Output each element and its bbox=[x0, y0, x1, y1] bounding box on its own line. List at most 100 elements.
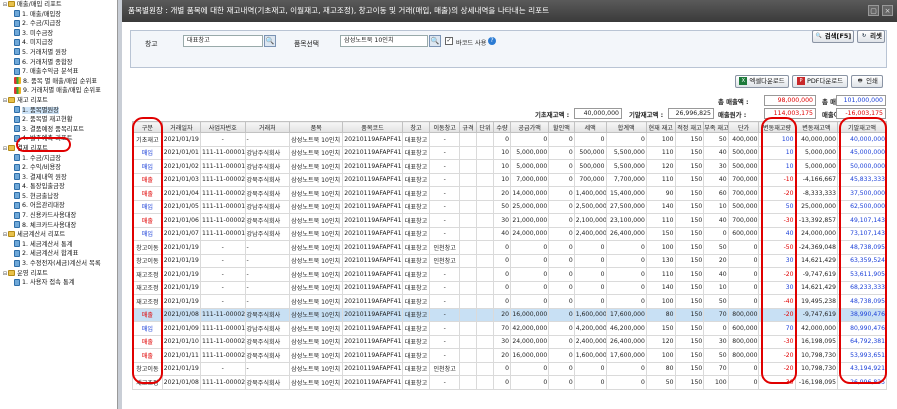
column-header[interactable]: 거래일자 bbox=[161, 121, 201, 133]
table-cell: 20 bbox=[493, 186, 511, 201]
table-cell: 500,000 bbox=[727, 145, 760, 160]
table-cell: - bbox=[244, 240, 291, 255]
table-cell: 7,000,000 bbox=[509, 172, 550, 187]
table-cell: 30 bbox=[493, 334, 511, 349]
sidebar-item[interactable]: 2. 수금/지급장 bbox=[0, 19, 117, 29]
sidebar-item[interactable]: 1. 세금계산서 통계 bbox=[0, 240, 117, 250]
sidebar-item[interactable]: 5. 거래처별 원장 bbox=[0, 48, 117, 58]
table-cell: 대표창고 bbox=[401, 145, 431, 160]
column-header[interactable]: 사업자번호 bbox=[199, 121, 246, 133]
column-header[interactable]: 부족 재고 bbox=[703, 121, 729, 133]
sidebar-item[interactable]: 3. 수정전자(세금)계산서 목록 bbox=[0, 259, 117, 269]
sidebar-item-label: 3. 수정전자(세금)계산서 목록 bbox=[22, 260, 101, 268]
column-header[interactable]: 이동창고 bbox=[429, 121, 461, 133]
table-cell: 강남주식회사 bbox=[244, 321, 291, 336]
column-header[interactable]: 단위 bbox=[476, 121, 495, 133]
table-cell: 40 bbox=[493, 226, 511, 241]
table-cell: 14,621,429 bbox=[794, 280, 839, 295]
sidebar-item[interactable]: ⊟ 매출/매입 리포트 bbox=[0, 0, 117, 10]
table-cell: 4,200,000 bbox=[573, 321, 607, 336]
sidebar-item[interactable]: 8. 체크카드사용대장 bbox=[0, 221, 117, 231]
item-select-input[interactable]: 삼성노트북 10인치 bbox=[340, 35, 428, 47]
pdf-download-button[interactable]: P PDF다운로드 bbox=[792, 75, 848, 88]
sidebar-item[interactable]: ⊟ 운영 리포트 bbox=[0, 269, 117, 279]
table-cell: - bbox=[199, 280, 246, 295]
column-header[interactable]: 현재 재고 bbox=[645, 121, 676, 133]
column-header[interactable]: 품목 bbox=[289, 121, 344, 133]
column-header[interactable]: 할인액 bbox=[548, 121, 575, 133]
sidebar-item[interactable]: 8. 품목 별 매출/매입 순위표 bbox=[0, 77, 117, 87]
table-cell: 0 bbox=[509, 240, 550, 255]
sidebar-item[interactable]: ⊟ 재고 리포트 bbox=[0, 96, 117, 106]
report-icon bbox=[14, 154, 20, 161]
sidebar-item[interactable]: 1. 사용자 접속 통계 bbox=[0, 278, 117, 288]
sidebar-item[interactable]: 6. 거래처별 종합장 bbox=[0, 58, 117, 68]
column-header[interactable]: 합계액 bbox=[605, 121, 647, 133]
column-header[interactable]: 적정 재고 bbox=[674, 121, 705, 133]
column-header[interactable]: 공급가액 bbox=[509, 121, 550, 133]
table-cell: 0 bbox=[548, 348, 575, 363]
sidebar-item[interactable]: 1. 매출/매입장 bbox=[0, 10, 117, 20]
table-cell: 삼성노트북 10인치 bbox=[289, 145, 344, 160]
table-cell: 강북주식회사 bbox=[244, 348, 291, 363]
column-header[interactable]: 단가 bbox=[727, 121, 760, 133]
folder-icon bbox=[8, 144, 15, 151]
table-cell: 111-11-00002 bbox=[199, 213, 246, 228]
sidebar-item[interactable]: 1. 품목별원장 bbox=[0, 106, 117, 116]
sidebar-item[interactable]: 5. 현금출납장 bbox=[0, 192, 117, 202]
table-cell: 5,500,000 bbox=[605, 145, 647, 160]
sidebar-item[interactable]: 3. 미수금장 bbox=[0, 29, 117, 39]
restore-icon[interactable]: ▢ bbox=[868, 5, 879, 16]
table-cell: 0 bbox=[548, 172, 575, 187]
sidebar-item[interactable]: 7. 매출수익금 분석표 bbox=[0, 67, 117, 77]
table-cell: 강북주식회사 bbox=[244, 186, 291, 201]
item-search-icon[interactable]: 🔍 bbox=[429, 35, 441, 47]
barcode-checkbox[interactable]: ✓ bbox=[445, 37, 453, 45]
warehouse-search-icon[interactable]: 🔍 bbox=[264, 35, 276, 47]
column-header[interactable]: 창고 bbox=[401, 121, 431, 133]
table-cell: 10 bbox=[703, 280, 729, 295]
sidebar-item[interactable]: 4. 미지급장 bbox=[0, 38, 117, 48]
column-header[interactable]: 변동재고액 bbox=[794, 121, 839, 133]
reset-button[interactable]: ↻ 리셋 bbox=[857, 30, 885, 43]
table-cell: 150 bbox=[674, 172, 705, 187]
table-cell: 20210119AFAPF41 bbox=[342, 145, 403, 160]
table-cell: 0 bbox=[548, 280, 575, 295]
sidebar-item[interactable]: 6. 어음관리대장 bbox=[0, 201, 117, 211]
column-header[interactable]: 품목코드 bbox=[342, 121, 403, 133]
sidebar-item[interactable]: 1. 수금/지급장 bbox=[0, 154, 117, 164]
sidebar-item[interactable]: ⊟ 세금계산서 리포트 bbox=[0, 230, 117, 240]
chart-icon bbox=[14, 77, 21, 85]
table-cell: 삼성노트북 10인치 bbox=[289, 159, 344, 174]
table-cell bbox=[459, 267, 478, 282]
table-cell: 42,000,000 bbox=[794, 321, 839, 336]
sidebar-item[interactable]: 2. 품목별 재고현황 bbox=[0, 115, 117, 125]
sidebar-item[interactable]: 3. 결제내역 원장 bbox=[0, 173, 117, 183]
table-cell bbox=[476, 280, 495, 295]
table-cell: 111-11-00001 bbox=[199, 159, 246, 174]
close-icon[interactable]: × bbox=[882, 5, 893, 16]
column-header[interactable]: 수량 bbox=[493, 121, 511, 133]
table-cell: 5,000,000 bbox=[794, 159, 839, 174]
sidebar-item[interactable]: 3. 결품예정 품목리포트 bbox=[0, 125, 117, 135]
help-icon[interactable]: ? bbox=[488, 37, 496, 45]
sidebar-item[interactable]: 2. 수익/비용장 bbox=[0, 163, 117, 173]
column-header[interactable]: 거래처 bbox=[244, 121, 291, 133]
table-cell: 111-11-00002 bbox=[199, 186, 246, 201]
column-header[interactable]: 규격 bbox=[459, 121, 478, 133]
sidebar-item[interactable]: 4. 통장입출금장 bbox=[0, 182, 117, 192]
warehouse-input[interactable]: 대표창고 bbox=[183, 35, 263, 47]
sidebar-item[interactable]: 9. 거래처별 매출/매입 순위표 bbox=[0, 86, 117, 96]
table-cell: 20210119AFAPF41 bbox=[342, 172, 403, 187]
print-button[interactable]: 🖶 인쇄 bbox=[851, 75, 883, 88]
table-cell: - bbox=[429, 213, 461, 228]
table-cell: 110 bbox=[645, 145, 676, 160]
column-header[interactable]: 세액 bbox=[573, 121, 607, 133]
table-cell bbox=[459, 334, 478, 349]
excel-download-button[interactable]: X 엑셀다운로드 bbox=[735, 75, 789, 88]
sidebar-item[interactable]: 2. 세금계산서 합계표 bbox=[0, 249, 117, 259]
table-cell: - bbox=[429, 132, 461, 147]
sidebar-item[interactable]: 7. 신용카드사용대장 bbox=[0, 211, 117, 221]
end-stock-label: 기말재고액 : bbox=[629, 111, 664, 119]
search-button[interactable]: 🔍 검색[F5] bbox=[812, 30, 854, 43]
